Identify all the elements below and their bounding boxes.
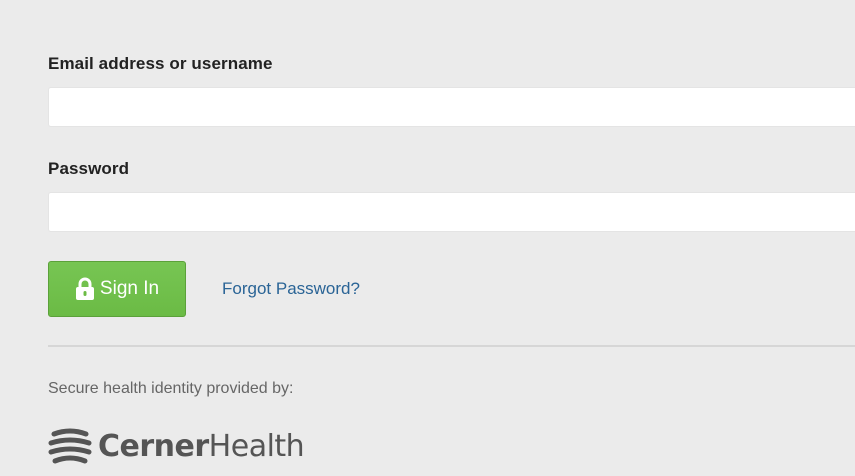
forgot-password-link[interactable]: Forgot Password?: [222, 279, 360, 299]
email-label: Email address or username: [48, 54, 273, 73]
lock-icon: [75, 277, 95, 301]
sign-in-label: Sign In: [99, 278, 160, 299]
logo-brand-health: Health: [208, 428, 305, 464]
secure-identity-text: Secure health identity provided by:: [48, 380, 294, 397]
cerner-logo-icon: [48, 426, 92, 466]
email-field[interactable]: [48, 87, 855, 127]
cerner-health-logo: CernerHealth: [48, 424, 305, 468]
password-label: Password: [48, 159, 130, 178]
logo-brand-cerner: Cerner: [98, 428, 209, 464]
logo-wordmark: CernerHealth: [98, 428, 305, 464]
password-field[interactable]: [48, 192, 855, 232]
sign-in-button[interactable]: Sign In: [48, 261, 186, 317]
divider: [48, 345, 855, 347]
